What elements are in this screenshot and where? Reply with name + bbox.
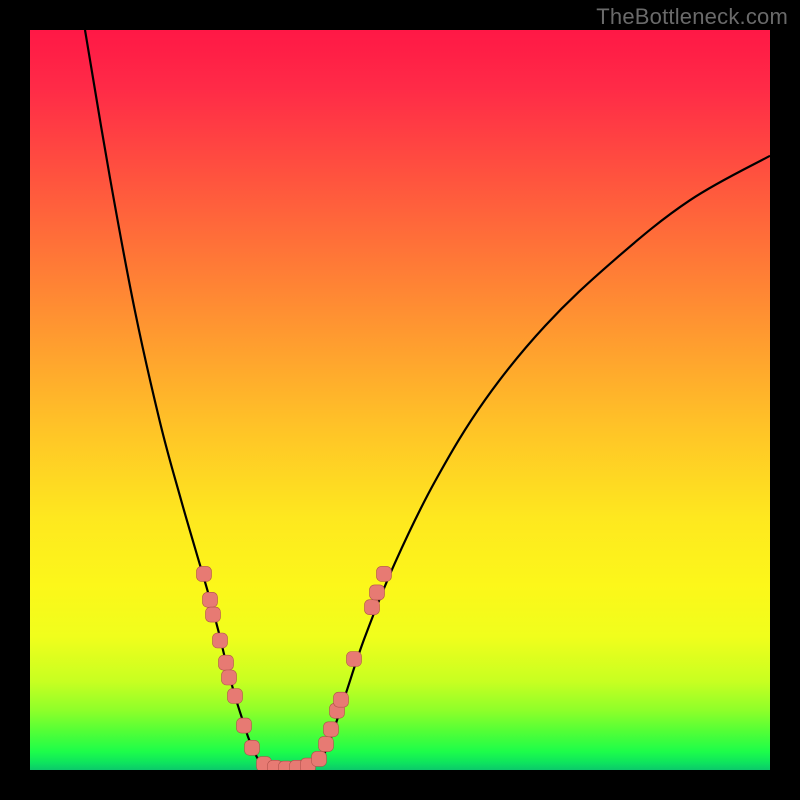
data-marker	[319, 737, 334, 752]
marker-group	[197, 566, 392, 770]
data-marker	[203, 592, 218, 607]
data-marker	[347, 652, 362, 667]
data-marker	[197, 566, 212, 581]
data-marker	[206, 607, 221, 622]
watermark-text: TheBottleneck.com	[596, 4, 788, 30]
data-marker	[370, 585, 385, 600]
data-marker	[213, 633, 228, 648]
data-marker	[377, 566, 392, 581]
data-marker	[245, 740, 260, 755]
data-marker	[324, 722, 339, 737]
data-marker	[237, 718, 252, 733]
data-marker	[222, 670, 237, 685]
data-marker	[312, 751, 327, 766]
chart-frame: TheBottleneck.com	[0, 0, 800, 800]
data-marker	[228, 689, 243, 704]
data-marker	[365, 600, 380, 615]
data-marker	[219, 655, 234, 670]
curve-right-ascent	[320, 156, 770, 763]
data-marker	[334, 692, 349, 707]
curve-layer	[30, 30, 770, 770]
plot-area	[30, 30, 770, 770]
curve-left-descent	[85, 30, 260, 763]
